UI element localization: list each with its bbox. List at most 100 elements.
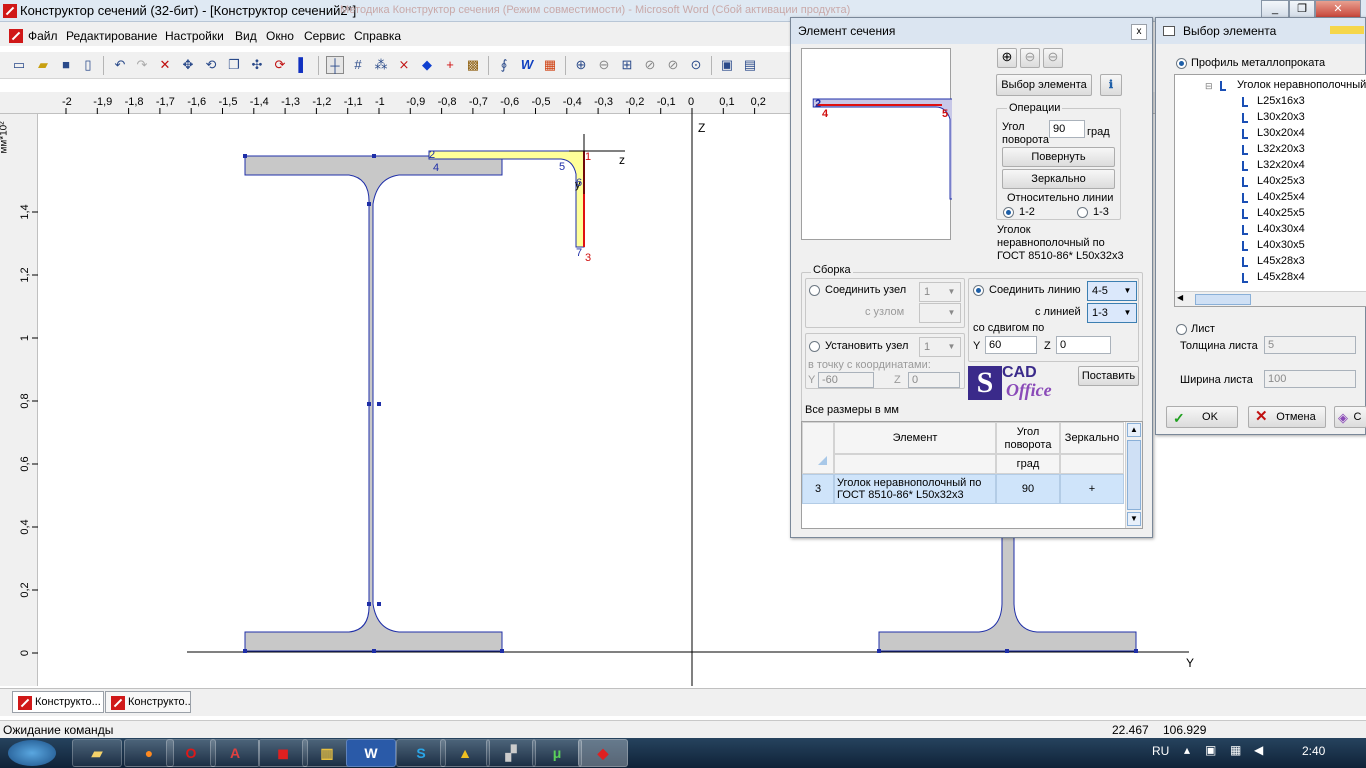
- tray-arrow-icon[interactable]: ▴: [1184, 743, 1190, 757]
- rotate-button[interactable]: Повернуть: [1002, 147, 1115, 167]
- list-item[interactable]: L32x20x3: [1257, 143, 1305, 155]
- tray-network-icon[interactable]: ▦: [1230, 743, 1241, 757]
- join-line-select[interactable]: 4-5 ▼: [1087, 281, 1137, 301]
- layout-icon[interactable]: ▣: [718, 56, 736, 74]
- tray-volume-icon[interactable]: ◀: [1254, 743, 1263, 757]
- scroll-down-icon[interactable]: ▼: [1127, 512, 1141, 526]
- set-z-input[interactable]: 0: [908, 372, 960, 388]
- clock[interactable]: 2:40: [1302, 744, 1325, 758]
- list-item[interactable]: L45x28x4: [1257, 271, 1305, 283]
- list-item[interactable]: L30x20x3: [1257, 111, 1305, 123]
- list-item[interactable]: L25x16x3: [1257, 95, 1305, 107]
- colors-icon[interactable]: ▦: [541, 56, 559, 74]
- scad-taskbar-icon[interactable]: ◼: [258, 739, 308, 767]
- app-icon[interactable]: [3, 4, 17, 18]
- redo-icon[interactable]: ↷: [133, 56, 151, 74]
- mdi-doc-icon[interactable]: [9, 29, 23, 43]
- zoom-prev-icon[interactable]: ⊘: [641, 56, 659, 74]
- with-line-select[interactable]: 1-3 ▼: [1087, 303, 1137, 323]
- library-icon[interactable]: ▩: [464, 56, 482, 74]
- zoom-out-icon[interactable]: ⊖: [595, 56, 613, 74]
- select-icon[interactable]: ✥: [179, 56, 197, 74]
- utorrent-taskbar-icon[interactable]: μ: [532, 739, 582, 767]
- set-node-radio[interactable]: [809, 341, 820, 352]
- menu-window[interactable]: Окно: [266, 29, 294, 43]
- zoom-all-icon[interactable]: ⊙: [687, 56, 705, 74]
- preview-zoom-out-icon[interactable]: ⊖: [1020, 48, 1040, 68]
- thickness-input[interactable]: 5: [1264, 336, 1356, 354]
- set-y-input[interactable]: -60: [818, 372, 874, 388]
- start-button[interactable]: [8, 740, 56, 766]
- close-window-button[interactable]: ✕: [1315, 0, 1361, 18]
- tray-device-icon[interactable]: ▣: [1205, 743, 1216, 757]
- tree-hscrollbar[interactable]: ◀: [1175, 291, 1366, 306]
- grid-icon[interactable]: #: [349, 56, 367, 74]
- snap-icon[interactable]: ┼: [326, 56, 344, 74]
- shift-y-input[interactable]: 60: [985, 336, 1037, 354]
- remove-nodes-icon[interactable]: ⨯: [395, 56, 413, 74]
- shift-z-input[interactable]: 0: [1056, 336, 1111, 354]
- info-icon[interactable]: ℹ: [1100, 74, 1122, 96]
- preview-zoom-fit-icon[interactable]: ⊖: [1043, 48, 1063, 68]
- tree-parent-label[interactable]: Уголок неравнополочный: [1237, 79, 1366, 91]
- app-taskbar-icon[interactable]: ▲: [440, 739, 490, 767]
- width-input[interactable]: 100: [1264, 370, 1356, 388]
- move-icon[interactable]: ✣: [248, 56, 266, 74]
- list-item[interactable]: L40x25x3: [1257, 175, 1305, 187]
- word-report-icon[interactable]: W: [518, 56, 536, 74]
- mirror-button[interactable]: Зеркально: [1002, 169, 1115, 189]
- explorer-taskbar-icon[interactable]: ▰: [72, 739, 122, 767]
- menu-view[interactable]: Вид: [235, 29, 257, 43]
- scroll-left-icon[interactable]: ◀: [1177, 293, 1183, 302]
- minimize-button[interactable]: _: [1261, 0, 1289, 18]
- hscroll-thumb[interactable]: [1195, 294, 1251, 305]
- place-button[interactable]: Поставить: [1078, 366, 1139, 386]
- new-file-icon[interactable]: ▭: [10, 56, 28, 74]
- metal-profile-radio[interactable]: [1176, 58, 1187, 69]
- split-icon[interactable]: ▌: [294, 56, 312, 74]
- line-1-2-radio[interactable]: [1003, 207, 1014, 218]
- cancel-button[interactable]: ✕ Отмена: [1248, 406, 1326, 428]
- doc-tab-1[interactable]: Конструкто...: [12, 691, 104, 713]
- menu-service[interactable]: Сервис: [304, 29, 345, 43]
- point-icon[interactable]: ◆: [418, 56, 436, 74]
- print-icon[interactable]: ▤: [741, 56, 759, 74]
- language-indicator[interactable]: RU: [1152, 744, 1169, 758]
- angle-input[interactable]: 90: [1049, 120, 1085, 138]
- join-node-select[interactable]: 1 ▼: [919, 282, 961, 302]
- sheet-radio[interactable]: [1176, 324, 1187, 335]
- list-item[interactable]: L40x25x5: [1257, 207, 1305, 219]
- profile-tree[interactable]: ⊟ Уголок неравнополочный L25x16x3 L30x20x…: [1174, 74, 1366, 307]
- scroll-up-icon[interactable]: ▲: [1127, 423, 1141, 437]
- maximize-button[interactable]: ❐: [1289, 0, 1315, 18]
- delete-icon[interactable]: ✕: [156, 56, 174, 74]
- menu-file[interactable]: Файл: [28, 29, 58, 43]
- rotate-icon[interactable]: ⟲: [202, 56, 220, 74]
- list-item[interactable]: L40x25x4: [1257, 191, 1305, 203]
- list-item[interactable]: L30x20x4: [1257, 127, 1305, 139]
- zoom-next-icon[interactable]: ⊘: [664, 56, 682, 74]
- scroll-thumb[interactable]: [1127, 440, 1141, 510]
- properties-icon[interactable]: ▯: [79, 56, 97, 74]
- folder-taskbar-icon[interactable]: ▞: [486, 739, 536, 767]
- tree-collapse-icon[interactable]: ⊟: [1205, 81, 1213, 92]
- copy-icon[interactable]: ❐: [225, 56, 243, 74]
- extra-button[interactable]: ◈ С: [1334, 406, 1366, 428]
- preview-zoom-in-icon[interactable]: ⊕: [997, 48, 1017, 68]
- list-item[interactable]: L40x30x4: [1257, 223, 1305, 235]
- skype-taskbar-icon[interactable]: S: [396, 739, 446, 767]
- with-node-select[interactable]: ▼: [919, 303, 961, 323]
- ok-button[interactable]: ✓ OK: [1166, 406, 1238, 428]
- doc-tab-2[interactable]: Конструкто...: [105, 691, 191, 713]
- line-1-3-radio[interactable]: [1077, 207, 1088, 218]
- mirror-icon[interactable]: ⟳: [271, 56, 289, 74]
- list-item[interactable]: L45x28x3: [1257, 255, 1305, 267]
- calc-icon[interactable]: ∮: [495, 56, 513, 74]
- undo-icon[interactable]: ↶: [111, 56, 129, 74]
- join-node-radio[interactable]: [809, 285, 820, 296]
- join-line-radio[interactable]: [973, 285, 984, 296]
- list-item[interactable]: L40x30x5: [1257, 239, 1305, 251]
- grid-scrollbar[interactable]: ▲ ▼: [1125, 422, 1142, 528]
- element-dialog-close-button[interactable]: x: [1131, 24, 1147, 40]
- tool-taskbar-icon[interactable]: ▥: [302, 739, 352, 767]
